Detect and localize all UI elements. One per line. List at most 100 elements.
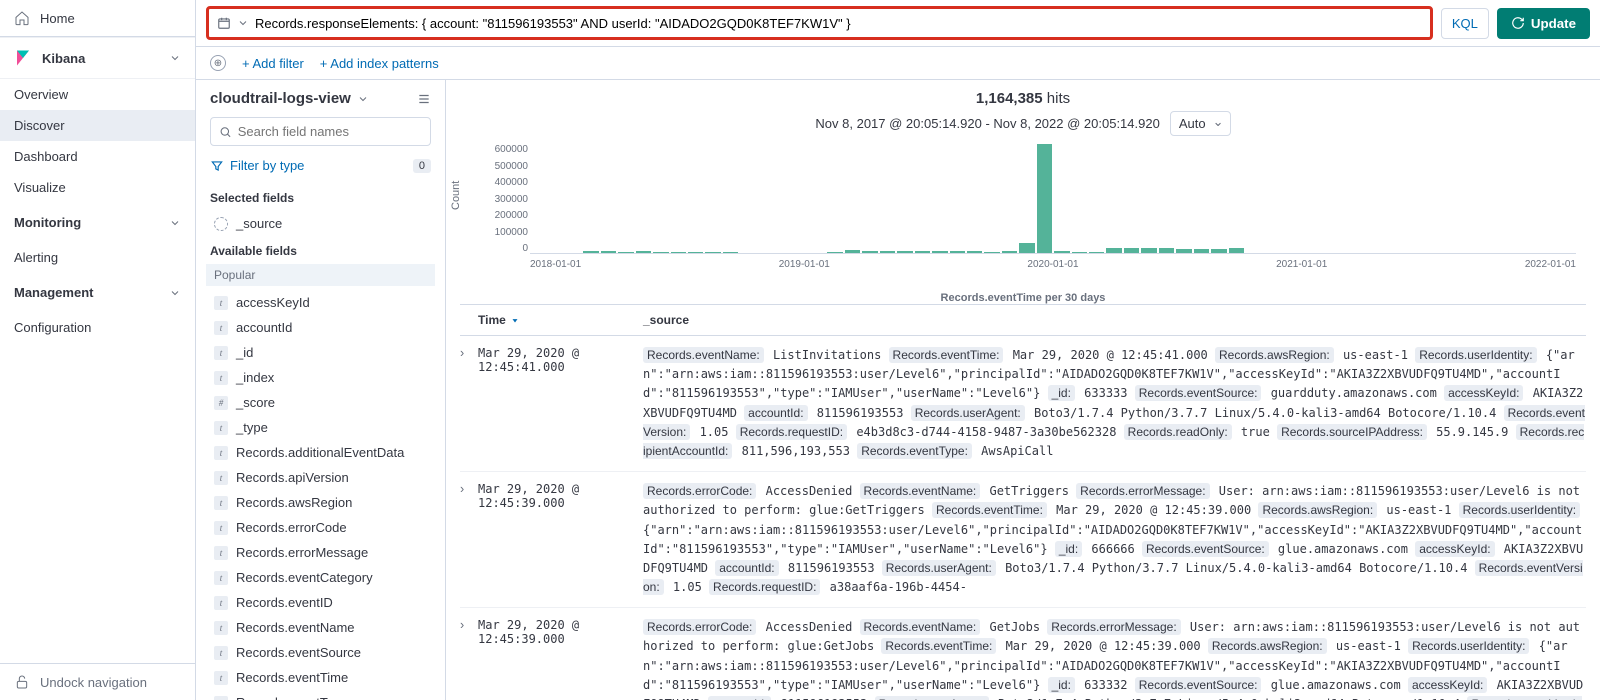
histogram-bar[interactable] xyxy=(636,251,651,253)
histogram-bar[interactable] xyxy=(671,252,686,253)
update-label: Update xyxy=(1531,16,1576,31)
histogram-bar[interactable] xyxy=(601,251,616,253)
field-key: _id: xyxy=(1048,677,1075,693)
table-header: Time _source xyxy=(460,304,1586,336)
histogram-bar[interactable] xyxy=(1002,251,1017,253)
histogram-bar[interactable] xyxy=(1072,252,1087,253)
filter-count-badge: 0 xyxy=(413,159,431,173)
field-key: accessKeyId: xyxy=(1444,385,1523,401)
x-axis-label: Records.eventTime per 30 days xyxy=(460,292,1586,304)
histogram-bar[interactable] xyxy=(705,252,720,253)
nav-kibana[interactable]: Kibana xyxy=(0,37,195,79)
field-_type[interactable]: t_type xyxy=(210,415,431,440)
nav-home[interactable]: Home xyxy=(0,0,195,37)
sidebar-item-visualize[interactable]: Visualize xyxy=(0,172,195,203)
col-source[interactable]: _source xyxy=(643,313,1586,327)
management-label: Management xyxy=(14,285,93,300)
field-Records.eventSource[interactable]: tRecords.eventSource xyxy=(210,640,431,665)
filter-menu-icon[interactable]: ⊕ xyxy=(210,55,226,71)
histogram-bar[interactable] xyxy=(984,252,999,253)
field-name: Records.eventTime xyxy=(236,670,348,685)
kql-toggle[interactable]: KQL xyxy=(1441,8,1489,39)
x-ticks: 2018-01-012019-01-012020-01-012021-01-01… xyxy=(530,259,1576,270)
expand-row-icon[interactable]: › xyxy=(460,618,478,700)
field-_index[interactable]: t_index xyxy=(210,365,431,390)
field-search-input[interactable] xyxy=(238,124,422,139)
histogram-bar[interactable] xyxy=(845,250,860,253)
nav-configuration[interactable]: Configuration xyxy=(0,312,195,343)
calendar-icon[interactable] xyxy=(217,16,231,30)
histogram-chart[interactable]: Count 6000005000004000003000002000001000… xyxy=(460,144,1586,284)
add-index-link[interactable]: + Add index patterns xyxy=(320,56,439,71)
add-filter-link[interactable]: + Add filter xyxy=(242,56,304,71)
undock-nav[interactable]: Undock navigation xyxy=(0,663,195,700)
index-pattern-selector[interactable]: cloudtrail-logs-view xyxy=(210,90,369,107)
field-Records.errorMessage[interactable]: tRecords.errorMessage xyxy=(210,540,431,565)
chevron-down-icon[interactable] xyxy=(237,17,249,29)
expand-row-icon[interactable]: › xyxy=(460,482,478,597)
histogram-bar[interactable] xyxy=(880,251,895,253)
nav-management[interactable]: Management xyxy=(0,273,195,312)
field-key: Records.eventName: xyxy=(860,619,981,635)
field-Records.eventTime[interactable]: tRecords.eventTime xyxy=(210,665,431,690)
histogram-bar[interactable] xyxy=(967,251,982,253)
update-button[interactable]: Update xyxy=(1497,8,1590,39)
sidebar-item-discover[interactable]: Discover xyxy=(0,110,195,141)
query-input-wrap[interactable] xyxy=(206,6,1433,40)
histogram-bar[interactable] xyxy=(1211,249,1226,253)
sidebar-item-overview[interactable]: Overview xyxy=(0,79,195,110)
nav-alerting[interactable]: Alerting xyxy=(0,242,195,273)
histogram-bar[interactable] xyxy=(932,251,947,253)
field-name: _index xyxy=(236,370,274,385)
index-name: cloudtrail-logs-view xyxy=(210,90,351,107)
histogram-bar[interactable] xyxy=(1054,251,1069,253)
field-_score[interactable]: #_score xyxy=(210,390,431,415)
field-key: Records.eventName: xyxy=(860,483,981,499)
histogram-bar[interactable] xyxy=(1194,249,1209,253)
expand-row-icon[interactable]: › xyxy=(460,346,478,461)
field-accountId[interactable]: taccountId xyxy=(210,315,431,340)
field-key: Records.eventSource: xyxy=(1135,677,1262,693)
histogram-bar[interactable] xyxy=(583,251,598,253)
field-key: Records.requestID: xyxy=(736,424,847,440)
nav-monitoring[interactable]: Monitoring xyxy=(0,203,195,242)
histogram-bar[interactable] xyxy=(1106,248,1121,253)
histogram-bar[interactable] xyxy=(1229,248,1244,253)
interval-selector[interactable]: Auto xyxy=(1170,111,1231,136)
query-bar: KQL Update xyxy=(196,0,1600,47)
histogram-bar[interactable] xyxy=(950,251,965,253)
histogram-bar[interactable] xyxy=(1159,248,1174,253)
sidebar-item-dashboard[interactable]: Dashboard xyxy=(0,141,195,172)
histogram-bar[interactable] xyxy=(1019,243,1034,253)
histogram-bar[interactable] xyxy=(1124,248,1139,253)
histogram-bar[interactable] xyxy=(862,251,877,253)
histogram-bar[interactable] xyxy=(723,252,738,253)
histogram-bar[interactable] xyxy=(1141,248,1156,253)
histogram-bar[interactable] xyxy=(653,252,668,253)
histogram-bar[interactable] xyxy=(618,252,633,253)
field-Records.additionalEventData[interactable]: tRecords.additionalEventData xyxy=(210,440,431,465)
histogram-bar[interactable] xyxy=(1037,144,1052,253)
col-time[interactable]: Time xyxy=(478,313,643,327)
field-Records.awsRegion[interactable]: tRecords.awsRegion xyxy=(210,490,431,515)
chevron-down-icon xyxy=(169,52,181,64)
field-_source[interactable]: _source xyxy=(210,211,431,236)
field-accessKeyId[interactable]: taccessKeyId xyxy=(210,290,431,315)
histogram-bar[interactable] xyxy=(688,252,703,253)
field-Records.eventCategory[interactable]: tRecords.eventCategory xyxy=(210,565,431,590)
field-Records.eventName[interactable]: tRecords.eventName xyxy=(210,615,431,640)
field-Records.eventID[interactable]: tRecords.eventID xyxy=(210,590,431,615)
field-_id[interactable]: t_id xyxy=(210,340,431,365)
histogram-bar[interactable] xyxy=(915,251,930,253)
field-search[interactable] xyxy=(210,117,431,146)
histogram-bar[interactable] xyxy=(827,252,842,253)
field-Records.apiVersion[interactable]: tRecords.apiVersion xyxy=(210,465,431,490)
histogram-bar[interactable] xyxy=(1089,252,1104,253)
settings-icon[interactable] xyxy=(417,92,431,106)
field-Records.eventType[interactable]: tRecords.eventType xyxy=(210,690,431,700)
filter-by-type[interactable]: Filter by type 0 xyxy=(210,154,431,183)
query-input[interactable] xyxy=(255,16,1422,31)
histogram-bar[interactable] xyxy=(897,251,912,253)
field-Records.errorCode[interactable]: tRecords.errorCode xyxy=(210,515,431,540)
histogram-bar[interactable] xyxy=(1176,249,1191,253)
